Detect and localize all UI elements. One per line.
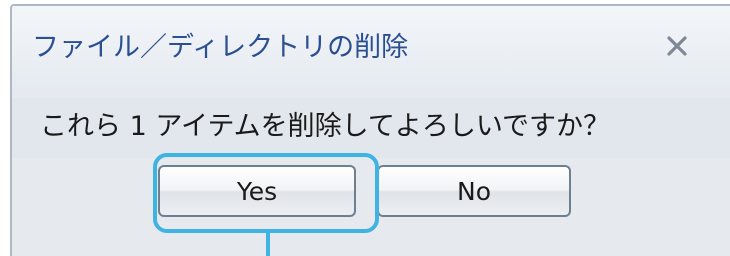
no-button-label: No: [457, 176, 491, 206]
message-area: これら 1 アイテムを削除してよろしいですか？: [12, 98, 730, 158]
confirmation-message: これら 1 アイテムを削除してよろしいですか？: [40, 111, 611, 142]
no-button[interactable]: No: [377, 165, 571, 217]
delete-confirmation-dialog: ファイル／ディレクトリの削除 これら 1 アイテムを削除してよろしいですか？: [10, 4, 730, 256]
close-button[interactable]: [663, 32, 691, 60]
dialog-title: ファイル／ディレクトリの削除: [32, 32, 409, 63]
dialog-titlebar: ファイル／ディレクトリの削除: [12, 6, 730, 88]
yes-button-label: Yes: [236, 176, 278, 206]
yes-button[interactable]: Yes: [158, 165, 356, 217]
close-icon: [667, 36, 687, 56]
screen: ファイル／ディレクトリの削除 これら 1 アイテムを削除してよろしいですか？ Y…: [0, 0, 730, 256]
